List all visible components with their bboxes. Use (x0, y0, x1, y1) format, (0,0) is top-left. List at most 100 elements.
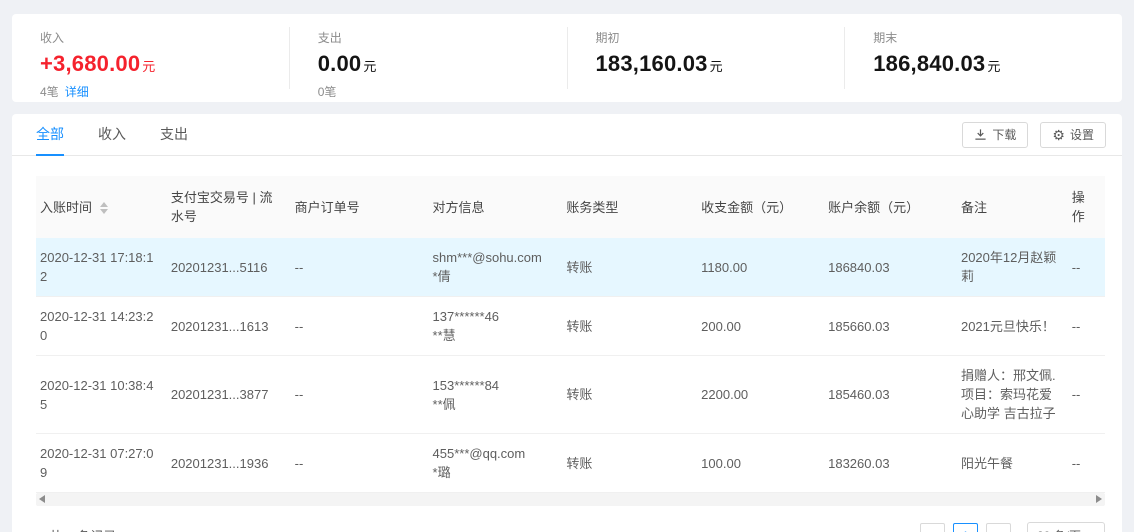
cell-time: 2020-12-31 14:23:20 (36, 296, 167, 356)
sort-icon[interactable] (100, 202, 109, 215)
counterparty-name: **慧 (432, 328, 456, 343)
income-unit: 元 (142, 59, 156, 74)
opening-value: 183,160.03 元 (596, 51, 817, 77)
gear-icon: ⚙ (1052, 126, 1065, 143)
col-amount-label: 收支金额（元） (701, 199, 793, 215)
income-sub: 4笔 详细 (40, 83, 261, 100)
col-action: 操作 (1067, 176, 1105, 238)
page-number-1[interactable]: 1 (952, 523, 978, 532)
cell-balance: 186840.03 (824, 238, 957, 297)
cell-remark: 2020年12月赵颖莉 (956, 238, 1068, 297)
cell-type: 转账 (562, 296, 681, 356)
download-icon (974, 128, 987, 141)
table-header-row: 入账时间 支付宝交易号 | 流水号 商户订单号 对方信息 账务类型 收支金额（元… (36, 176, 1105, 238)
cell-type: 转账 (562, 433, 681, 493)
col-balance: 账户余额（元） (824, 176, 957, 238)
summary-income: 收入 +3,680.00 元 4笔 详细 (12, 27, 289, 99)
cell-action: -- (1067, 238, 1105, 297)
opening-label: 期初 (595, 31, 620, 45)
cell-trade-no: 20201231...1936 (166, 433, 291, 493)
summary-expense: 支出 0.00 元 0笔 (288, 27, 567, 99)
table-row[interactable]: 2020-12-31 07:27:09 20201231...1936 -- 4… (36, 433, 1105, 493)
cell-counterparty: 137******46 **慧 (428, 296, 563, 356)
cell-time: 2020-12-31 10:38:45 (36, 355, 167, 434)
cell-trade-no: 20201231...5116 (166, 238, 291, 297)
cell-time: 2020-12-31 07:27:09 (36, 433, 167, 493)
col-remark-label: 备注 (960, 199, 987, 215)
tab-expense[interactable]: 支出 (160, 114, 188, 156)
tab-income[interactable]: 收入 (98, 114, 126, 156)
counterparty-name: *倩 (432, 269, 451, 284)
col-time[interactable]: 入账时间 (36, 176, 167, 238)
expense-sub: 0笔 (318, 83, 539, 100)
col-counterparty: 对方信息 (428, 176, 563, 238)
counterparty-account: 455***@qq.com (432, 446, 526, 461)
table-row[interactable]: 2020-12-31 10:38:45 20201231...3877 -- 1… (36, 355, 1105, 434)
expense-amount: 0.00 (317, 51, 362, 76)
counterparty-account: shm***@sohu.com (432, 250, 542, 265)
transactions-table: 入账时间 支付宝交易号 | 流水号 商户订单号 对方信息 账务类型 收支金额（元… (36, 176, 1105, 493)
col-trade-no-label: 支付宝交易号 | 流水号 (170, 190, 273, 224)
col-counterparty-label: 对方信息 (432, 199, 485, 215)
cell-remark: 捐赠人：邢文佩. 项目：索玛花爱心助学 吉古拉子 (956, 355, 1068, 434)
col-merchant-order: 商户订单号 (290, 176, 429, 238)
transactions-panel: 全部 收入 支出 下载 ⚙ 设置 入账时间 支付宝交易号 | 流水号 商户订单号… (12, 114, 1122, 532)
pagination: < 1 > 20 条/页 (912, 522, 1105, 532)
cell-action: -- (1067, 433, 1105, 493)
expense-value: 0.00 元 (318, 51, 539, 77)
closing-amount: 186,840.03 (873, 51, 986, 76)
cell-action: -- (1067, 355, 1105, 434)
col-trade-no: 支付宝交易号 | 流水号 (166, 176, 291, 238)
horizontal-scrollbar[interactable] (36, 493, 1105, 506)
settings-label: 设置 (1069, 128, 1094, 142)
closing-label: 期末 (873, 31, 898, 45)
cell-type: 转账 (562, 355, 681, 434)
download-label: 下载 (992, 128, 1017, 142)
summary-card: 收入 +3,680.00 元 4笔 详细 支出 0.00 元 0笔 期初 183,16… (12, 14, 1122, 102)
col-time-label: 入账时间 (40, 199, 93, 215)
cell-remark: 2021元旦快乐！ (956, 296, 1068, 356)
cell-type: 转账 (562, 238, 681, 297)
counterparty-name: *璐 (432, 465, 451, 480)
table-row[interactable]: 2020-12-31 14:23:20 20201231...1613 -- 1… (36, 296, 1105, 356)
page-size-label: 20 条/页 (1037, 527, 1081, 532)
cell-amount: 200.00 (680, 296, 825, 356)
cell-merchant-order: -- (290, 355, 429, 434)
cell-merchant-order: -- (290, 238, 429, 297)
cell-action: -- (1067, 296, 1105, 356)
income-detail-link[interactable]: 详细 (65, 85, 89, 99)
cell-merchant-order: -- (290, 433, 429, 493)
scroll-right-icon[interactable] (1096, 495, 1102, 503)
cell-amount: 1180.00 (680, 238, 825, 297)
col-type-label: 账务类型 (566, 199, 619, 215)
cell-remark: 阳光午餐 (956, 433, 1068, 493)
cell-counterparty: 153******84 **佩 (428, 355, 563, 434)
table-footer: 一共4条记录 < 1 > 20 条/页 (36, 522, 1105, 532)
income-label: 收入 (40, 31, 65, 45)
cell-merchant-order: -- (290, 296, 429, 356)
prev-page-button[interactable]: < (919, 523, 945, 532)
counterparty-name: **佩 (432, 396, 456, 412)
transactions-table-wrap: 入账时间 支付宝交易号 | 流水号 商户订单号 对方信息 账务类型 收支金额（元… (36, 176, 1105, 493)
tab-all[interactable]: 全部 (36, 114, 64, 156)
cell-balance: 185660.03 (824, 296, 957, 356)
col-merchant-order-label: 商户订单号 (294, 199, 360, 215)
cell-trade-no: 20201231...1613 (166, 296, 291, 356)
page-size-select[interactable]: 20 条/页 (1026, 522, 1105, 532)
cell-balance: 183260.03 (824, 433, 957, 493)
closing-unit: 元 (987, 59, 1001, 74)
summary-closing: 期末 186,840.03 元 (844, 27, 1122, 89)
income-count: 4笔 (40, 85, 59, 99)
download-button[interactable]: 下载 (962, 121, 1029, 148)
cell-counterparty: shm***@sohu.com *倩 (428, 238, 563, 297)
opening-amount: 183,160.03 (595, 51, 708, 76)
col-type: 账务类型 (562, 176, 681, 238)
settings-button[interactable]: ⚙ 设置 (1040, 121, 1106, 148)
record-total: 一共4条记录 (36, 526, 116, 532)
scroll-left-icon[interactable] (39, 495, 45, 503)
next-page-button[interactable]: > (985, 523, 1011, 532)
cell-balance: 185460.03 (824, 355, 957, 434)
closing-value: 186,840.03 元 (873, 51, 1094, 77)
expense-count: 0笔 (317, 85, 337, 99)
table-row[interactable]: 2020-12-31 17:18:12 20201231...5116 -- s… (36, 238, 1105, 297)
